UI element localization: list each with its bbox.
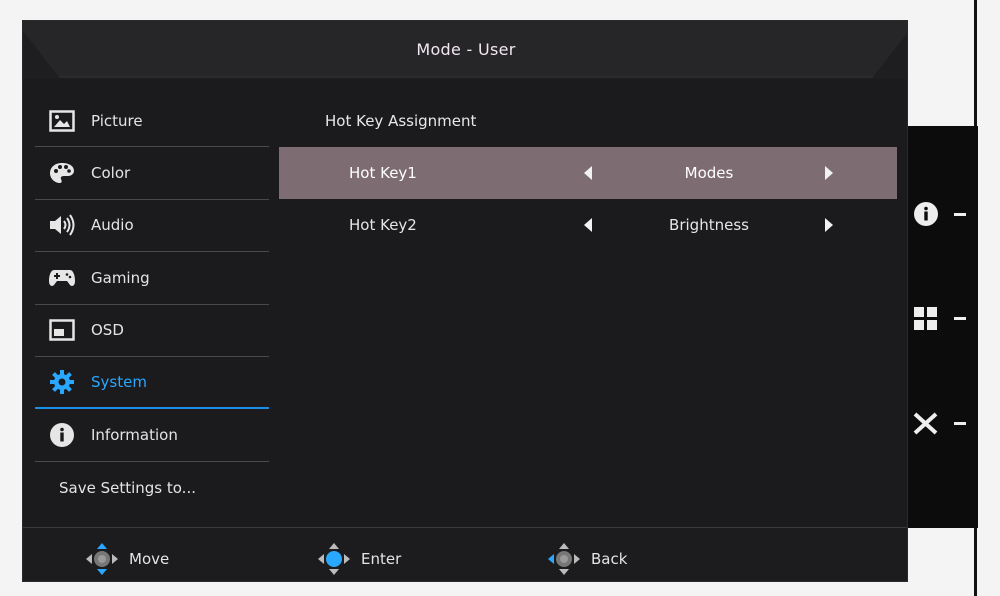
sidebar-item-label: System — [91, 373, 147, 392]
sidebar-item-label: Save Settings to... — [59, 478, 196, 497]
hotkey2-row[interactable]: Hot Key2 Brightness — [279, 199, 897, 251]
chevron-right-icon[interactable] — [824, 166, 834, 180]
hint-label: Back — [591, 550, 628, 568]
title-bar: Mode - User — [23, 21, 907, 79]
sidebar-item-picture[interactable]: Picture — [35, 95, 269, 148]
sidebar-item-gaming[interactable]: Gaming — [35, 252, 269, 305]
sidebar-item-label: Information — [91, 426, 178, 445]
osd-window: Mode - User Picture Color Audio Gaming O… — [22, 20, 908, 582]
sidebar-item-audio[interactable]: Audio — [35, 200, 269, 253]
section-title: Hot Key Assignment — [325, 112, 477, 130]
osd-window-icon — [47, 315, 77, 345]
gamepad-icon — [47, 263, 77, 293]
sidebar-item-label: Picture — [91, 111, 143, 130]
bezel-dash — [954, 212, 966, 216]
sidebar-item-save-settings[interactable]: Save Settings to... — [35, 462, 269, 514]
sidebar-item-information[interactable]: Information — [35, 409, 269, 462]
sidebar-item-label: OSD — [91, 321, 124, 340]
footer-hints: Move Enter Back — [23, 527, 907, 581]
page-title: Mode - User — [416, 40, 516, 59]
bezel-close-button[interactable] — [908, 409, 978, 437]
hotkey2-value: Brightness — [669, 216, 749, 234]
grid-icon — [914, 307, 937, 330]
sidebar-item-label: Gaming — [91, 268, 150, 287]
content-panel: Hot Key Assignment Hot Key1 Modes Hot Ke… — [279, 95, 897, 251]
dpad-move-icon — [86, 543, 118, 575]
palette-icon — [47, 158, 77, 188]
hotkey1-label: Hot Key1 — [349, 164, 417, 182]
sidebar-item-color[interactable]: Color — [35, 147, 269, 200]
sidebar-item-osd[interactable]: OSD — [35, 305, 269, 357]
picture-icon — [47, 106, 77, 136]
hotkey2-label: Hot Key2 — [349, 216, 417, 234]
hint-back: Back — [547, 542, 627, 576]
bezel-dash — [954, 316, 966, 320]
bezel-edge — [974, 0, 977, 126]
hint-label: Move — [129, 550, 170, 568]
dpad-enter-icon — [318, 543, 350, 575]
info-icon — [914, 202, 938, 226]
sidebar-item-label: Color — [91, 164, 131, 183]
bezel-info-button[interactable] — [908, 200, 978, 228]
chevron-right-icon[interactable] — [824, 218, 834, 232]
speaker-icon — [47, 210, 77, 240]
hotkey1-value: Modes — [684, 164, 734, 182]
hotkey1-row[interactable]: Hot Key1 Modes — [279, 147, 897, 199]
sidebar-item-system[interactable]: System — [35, 357, 269, 410]
chevron-left-icon[interactable] — [583, 166, 593, 180]
close-icon — [913, 412, 938, 435]
sidebar: Picture Color Audio Gaming OSD System In… — [35, 95, 269, 514]
sidebar-item-label: Audio — [91, 216, 134, 235]
hint-move: Move — [85, 542, 169, 576]
gear-icon — [47, 367, 77, 397]
info-icon — [47, 420, 77, 450]
monitor-bezel — [908, 126, 978, 528]
bezel-edge — [974, 528, 977, 596]
dpad-back-icon — [548, 543, 580, 575]
hint-enter: Enter — [317, 542, 401, 576]
bezel-grid-button[interactable] — [908, 304, 978, 332]
chevron-left-icon[interactable] — [583, 218, 593, 232]
hint-label: Enter — [361, 550, 402, 568]
bezel-dash — [954, 421, 966, 425]
